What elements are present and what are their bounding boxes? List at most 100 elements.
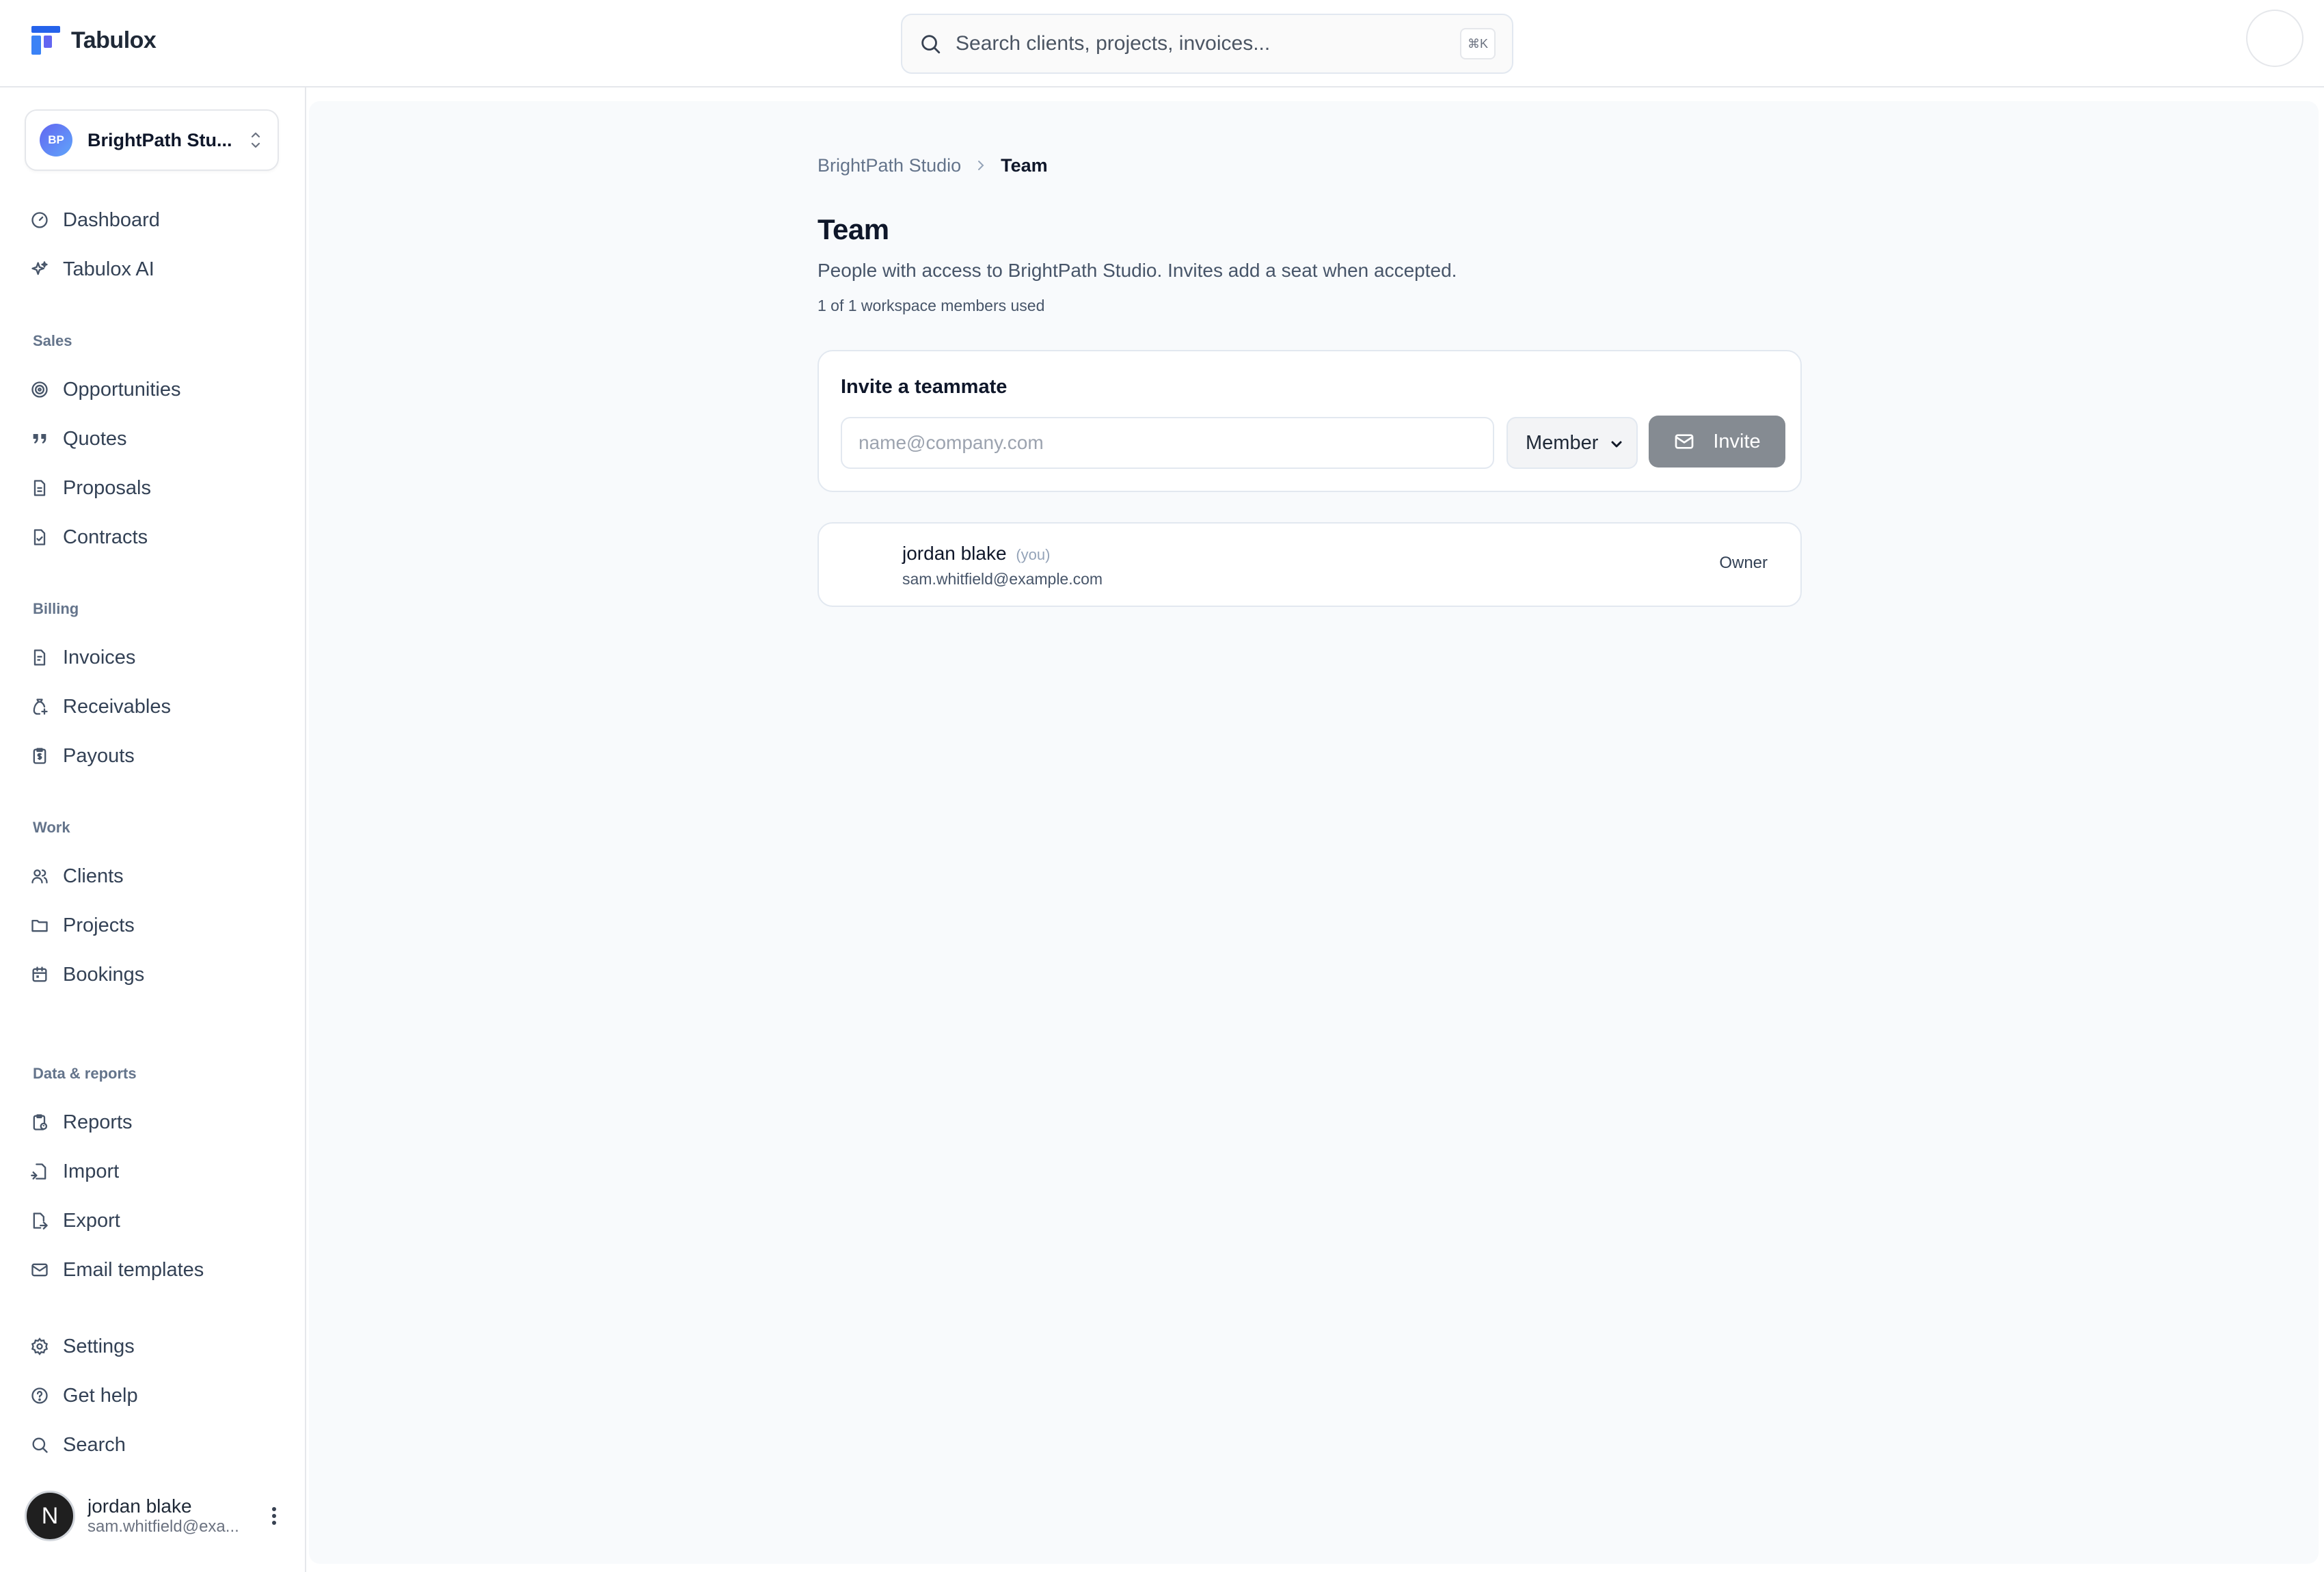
sidebar: BP BrightPath Stu... Dashboard Tabulox A… bbox=[11, 98, 295, 1572]
invite-button-label: Invite bbox=[1713, 430, 1761, 452]
avatar: N bbox=[25, 1491, 75, 1541]
member-name-line: jordan blake (you) bbox=[902, 543, 1050, 565]
calendar-icon bbox=[32, 966, 47, 982]
search-icon bbox=[921, 35, 941, 54]
sidebar-item-label: Quotes bbox=[63, 427, 127, 450]
role-select[interactable]: Member bbox=[1506, 417, 1638, 469]
sidebar-item-export[interactable]: Export bbox=[30, 1202, 290, 1240]
sidebar-item-label: Export bbox=[63, 1209, 120, 1232]
sidebar-item-label: Tabulox AI bbox=[63, 258, 154, 280]
top-user-avatar[interactable] bbox=[2246, 10, 2303, 67]
member-name: jordan blake bbox=[902, 543, 1007, 564]
chevron-down-icon bbox=[1611, 441, 1622, 448]
help-icon bbox=[31, 1387, 48, 1404]
sidebar-item-get-help[interactable]: Get help bbox=[30, 1377, 290, 1415]
chevron-up-down-icon bbox=[251, 132, 260, 148]
sidebar-item-label: Import bbox=[63, 1160, 120, 1182]
more-vertical-icon[interactable] bbox=[264, 1502, 284, 1530]
sidebar-item-reports[interactable]: Reports bbox=[30, 1103, 290, 1141]
seat-usage: 1 of 1 workspace members used bbox=[818, 297, 1045, 314]
target-icon bbox=[31, 381, 48, 398]
breadcrumb: BrightPath Studio Team bbox=[818, 152, 1802, 179]
quote-icon bbox=[33, 434, 46, 444]
sidebar-item-label: Projects bbox=[63, 914, 135, 936]
sidebar-item-label: Clients bbox=[63, 865, 124, 887]
search-placeholder: Search clients, projects, invoices... bbox=[956, 32, 1271, 55]
invite-title: Invite a teammate bbox=[841, 376, 1008, 398]
sidebar-item-clients[interactable]: Clients bbox=[30, 857, 290, 895]
sidebar-item-label: Dashboard bbox=[63, 208, 160, 231]
sidebar-item-projects[interactable]: Projects bbox=[30, 906, 290, 945]
user-info: jordan blake sam.whitfield@exa... bbox=[87, 1495, 264, 1536]
sidebar-item-invoices[interactable]: Invoices bbox=[30, 638, 290, 677]
sidebar-item-import[interactable]: Import bbox=[30, 1152, 290, 1191]
invite-email-input[interactable] bbox=[841, 417, 1494, 469]
member-role: Owner bbox=[1719, 554, 1768, 572]
invite-card: Invite a teammate Member Invite bbox=[818, 350, 1802, 492]
export-icon bbox=[33, 1212, 48, 1230]
sidebar-section-work: Work bbox=[33, 819, 70, 836]
sidebar-item-label: Bookings bbox=[63, 963, 145, 986]
user-email: sam.whitfield@exa... bbox=[87, 1517, 239, 1536]
mail-icon bbox=[1675, 434, 1694, 449]
document-icon bbox=[33, 480, 46, 496]
member-you-tag: (you) bbox=[1016, 546, 1051, 563]
sidebar-item-payouts[interactable]: Payouts bbox=[30, 737, 290, 775]
search-shortcut-badge: ⌘K bbox=[1460, 28, 1496, 59]
sidebar-item-label: Reports bbox=[63, 1111, 133, 1133]
sidebar-item-label: Search bbox=[63, 1433, 126, 1456]
team-page: BrightPath Studio Team Team People with … bbox=[818, 152, 1802, 607]
breadcrumb-parent[interactable]: BrightPath Studio bbox=[818, 155, 961, 176]
sidebar-item-proposals[interactable]: Proposals bbox=[30, 469, 290, 507]
import-icon bbox=[31, 1163, 46, 1180]
document-check-icon bbox=[33, 529, 46, 545]
invite-button[interactable]: Invite bbox=[1649, 416, 1785, 467]
sidebar-item-settings[interactable]: Settings bbox=[30, 1327, 290, 1366]
top-bar: Tabulox Search clients, projects, invoic… bbox=[0, 0, 2324, 87]
sidebar-item-search[interactable]: Search bbox=[30, 1426, 290, 1464]
app-name: Tabulox bbox=[71, 27, 157, 53]
mail-icon bbox=[31, 1263, 48, 1277]
receivables-icon bbox=[33, 699, 48, 715]
invoice-icon bbox=[33, 649, 46, 666]
member-row: jordan blake (you) sam.whitfield@example… bbox=[818, 522, 1802, 607]
workspace-switcher[interactable]: BP BrightPath Stu... bbox=[25, 109, 279, 171]
main-panel: BrightPath Studio Team Team People with … bbox=[309, 101, 2319, 1564]
sidebar-section-billing: Billing bbox=[33, 600, 79, 617]
sidebar-section-sales: Sales bbox=[33, 332, 72, 349]
sidebar-item-label: Contracts bbox=[63, 526, 148, 548]
sidebar-section-data-reports: Data & reports bbox=[33, 1065, 137, 1082]
sidebar-item-label: Payouts bbox=[63, 744, 135, 767]
breadcrumb-current: Team bbox=[1001, 154, 1048, 176]
reports-icon bbox=[33, 1114, 48, 1130]
sidebar-item-bookings[interactable]: Bookings bbox=[30, 956, 290, 994]
users-icon bbox=[31, 869, 48, 884]
sidebar-item-label: Invoices bbox=[63, 646, 136, 668]
global-search[interactable]: Search clients, projects, invoices... ⌘K bbox=[901, 14, 1513, 74]
sidebar-item-quotes[interactable]: Quotes bbox=[30, 420, 290, 458]
sidebar-item-tabulox-ai[interactable]: Tabulox AI bbox=[30, 250, 290, 288]
payout-icon bbox=[33, 748, 46, 764]
logo-icon bbox=[31, 26, 60, 55]
sparkles-icon bbox=[31, 261, 48, 275]
workspace-name: BrightPath Stu... bbox=[87, 129, 232, 150]
folder-icon bbox=[31, 919, 48, 932]
sidebar-item-contracts[interactable]: Contracts bbox=[30, 518, 290, 556]
workspace-badge: BP bbox=[40, 124, 72, 157]
page-title: Team bbox=[818, 213, 889, 245]
search-icon bbox=[32, 1437, 48, 1453]
sidebar-item-label: Opportunities bbox=[63, 378, 181, 401]
sidebar-item-receivables[interactable]: Receivables bbox=[30, 688, 290, 726]
sidebar-divider bbox=[305, 87, 306, 1572]
sidebar-item-label: Proposals bbox=[63, 476, 151, 499]
sidebar-user[interactable]: N jordan blake sam.whitfield@exa... bbox=[25, 1489, 284, 1543]
sidebar-item-dashboard[interactable]: Dashboard bbox=[30, 201, 290, 239]
app-logo[interactable]: Tabulox bbox=[31, 26, 157, 55]
sidebar-item-label: Get help bbox=[63, 1384, 138, 1407]
user-name: jordan blake bbox=[87, 1495, 192, 1517]
sidebar-item-label: Receivables bbox=[63, 695, 171, 718]
sidebar-item-email-templates[interactable]: Email templates bbox=[30, 1251, 290, 1289]
sidebar-item-label: Settings bbox=[63, 1335, 135, 1357]
sidebar-item-opportunities[interactable]: Opportunities bbox=[30, 370, 290, 409]
role-select-value: Member bbox=[1526, 431, 1599, 454]
